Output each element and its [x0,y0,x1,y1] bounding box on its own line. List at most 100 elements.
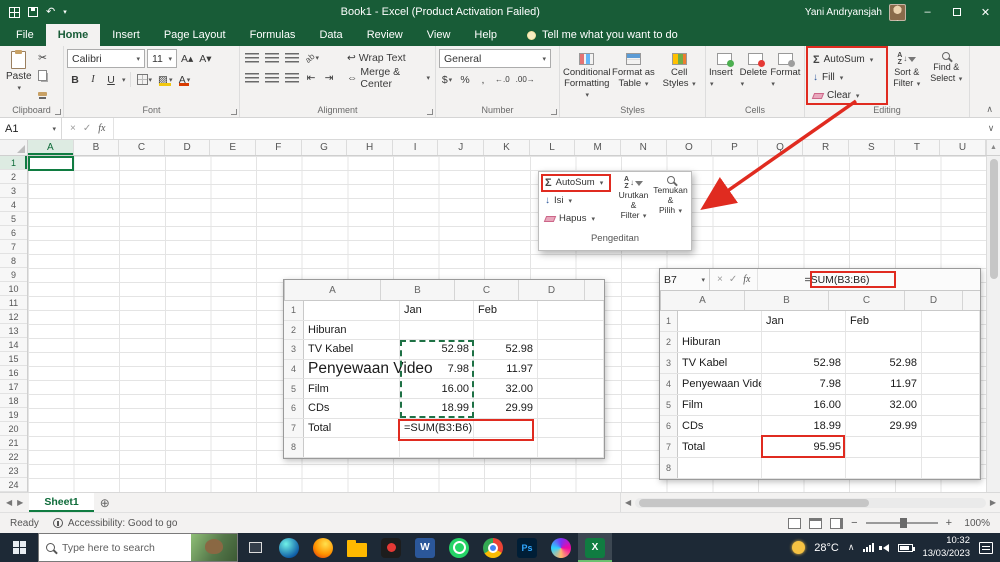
sheet-nav-left-icon[interactable]: ◀ [6,498,12,507]
page-break-view-button[interactable] [830,517,844,529]
tab-page-layout[interactable]: Page Layout [152,24,238,46]
increase-indent-button[interactable]: ⇥ [321,69,337,86]
number-format-select[interactable]: General ▾ [439,49,551,68]
taskbar-app-whatsapp[interactable] [442,533,476,562]
row-header-13[interactable]: 13 [0,324,27,338]
column-header-H[interactable]: H [347,140,393,155]
row-header-19[interactable]: 19 [0,408,27,422]
zoom-in-button[interactable]: + [946,517,952,529]
row-header-11[interactable]: 11 [0,296,27,310]
taskbar-app-browser[interactable] [544,533,578,562]
row-header-5[interactable]: 5 [0,212,27,226]
taskbar-app-word[interactable]: W [408,533,442,562]
align-bottom-button[interactable] [283,49,301,66]
number-dialog-launcher[interactable] [551,109,557,115]
insert-function-icon[interactable]: fx [98,123,105,134]
popup-fill-button[interactable]: ↓ Isi ▾ [541,192,615,209]
taskbar-app-file-explorer[interactable] [340,533,374,562]
start-button[interactable] [0,533,38,562]
wrap-text-button[interactable]: ↩ Wrap Text [345,49,408,66]
align-left-button[interactable] [243,69,261,86]
zoom-level[interactable]: 100% [960,518,990,529]
popup-clear-button[interactable]: Hapus ▾ [541,210,615,227]
minimize-button[interactable]: – [913,0,942,24]
row-header-8[interactable]: 8 [0,254,27,268]
select-all-corner[interactable] [0,140,28,155]
tab-help[interactable]: Help [462,24,509,46]
sort-filter-button[interactable]: A Z ↓ Sort & Filter ▾ [887,49,926,104]
tell-me-box[interactable]: Tell me what you want to do [527,24,678,46]
tab-view[interactable]: View [415,24,463,46]
tab-insert[interactable]: Insert [100,24,152,46]
network-icon[interactable] [863,543,875,552]
row-header-9[interactable]: 9 [0,268,27,282]
orientation-button[interactable]: ab ▾ [303,49,321,66]
comma-style-button[interactable]: , [475,71,491,88]
column-header-K[interactable]: K [484,140,530,155]
copy-button[interactable] [35,67,51,84]
hscroll-right-icon[interactable]: ▶ [990,498,996,507]
expand-formula-bar-icon[interactable]: ∨ [982,123,1000,134]
taskbar-app-media-player[interactable] [374,533,408,562]
column-header-S[interactable]: S [849,140,895,155]
align-right-button[interactable] [283,69,301,86]
column-header-E[interactable]: E [210,140,257,155]
tab-review[interactable]: Review [355,24,415,46]
column-header-I[interactable]: I [393,140,439,155]
row-header-21[interactable]: 21 [0,436,27,450]
fill-button[interactable]: ↓ Fill ▾ [813,69,887,86]
popup-find-select-button[interactable]: Temukan & Pilih ▾ [653,176,689,231]
sheet-nav-right-icon[interactable]: ▶ [17,498,23,507]
weather-sun-icon[interactable] [792,541,806,554]
notification-center-icon[interactable] [979,541,993,554]
fill-color-button[interactable]: ▨ ▾ [156,71,174,88]
new-sheet-button[interactable]: ⊕ [94,493,116,512]
taskbar-app-photoshop[interactable]: Ps [510,533,544,562]
decrease-indent-button[interactable]: ⇤ [303,69,319,86]
page-layout-view-button[interactable] [809,517,823,529]
insert-cells-button[interactable]: Insert ▾ [709,49,740,104]
find-select-button[interactable]: Find & Select ▾ [927,49,966,104]
row-header-15[interactable]: 15 [0,352,27,366]
row-header-10[interactable]: 10 [0,282,27,296]
clear-button[interactable]: Clear ▾ [811,87,887,104]
column-header-D[interactable]: D [165,140,211,155]
decrease-font-button[interactable]: A▾ [197,50,213,67]
column-header-J[interactable]: J [438,140,485,155]
zoom-out-button[interactable]: − [851,517,857,529]
column-header-U[interactable]: U [940,140,986,155]
borders-button[interactable]: ▾ [135,71,155,88]
column-header-F[interactable]: F [256,140,302,155]
percent-style-button[interactable]: % [457,71,473,88]
column-header-A[interactable]: A [28,140,74,155]
taskbar-search[interactable]: Type here to search [38,533,238,562]
horizontal-scrollbar[interactable]: ◀ ▶ [620,493,1000,512]
row-header-1[interactable]: 1 [0,156,27,170]
column-header-L[interactable]: L [530,140,576,155]
collapse-ribbon-button[interactable]: ∧ [986,104,993,115]
row-header-6[interactable]: 6 [0,226,27,240]
taskbar-clock[interactable]: 10:32 13/03/2023 [922,535,970,560]
row-header-12[interactable]: 12 [0,310,27,324]
merge-center-button[interactable]: ⇔ Merge & Center ▾ [345,66,432,90]
cut-button[interactable]: ✂ [35,49,51,66]
tab-data[interactable]: Data [307,24,354,46]
row-header-20[interactable]: 20 [0,422,27,436]
save-icon[interactable] [28,7,38,17]
row-header-14[interactable]: 14 [0,338,27,352]
increase-decimal-button[interactable]: ←.0 [493,71,512,88]
tab-home[interactable]: Home [45,24,101,46]
row-header-2[interactable]: 2 [0,170,27,184]
normal-view-button[interactable] [788,517,802,529]
taskbar-app-edge[interactable] [272,533,306,562]
tab-formulas[interactable]: Formulas [238,24,308,46]
taskbar-app-firefox[interactable] [306,533,340,562]
decrease-decimal-button[interactable]: .00→ [514,71,537,88]
zoom-slider-thumb[interactable] [900,518,908,528]
name-box[interactable]: A1 ▾ [0,118,62,139]
align-center-button[interactable] [263,69,281,86]
popup-sort-filter-button[interactable]: A Z ↓ Urutkan & Filter ▾ [616,176,652,231]
accessibility-status[interactable]: Accessibility: Good to go [52,518,177,529]
increase-font-button[interactable]: A▴ [179,50,195,67]
row-header-22[interactable]: 22 [0,450,27,464]
